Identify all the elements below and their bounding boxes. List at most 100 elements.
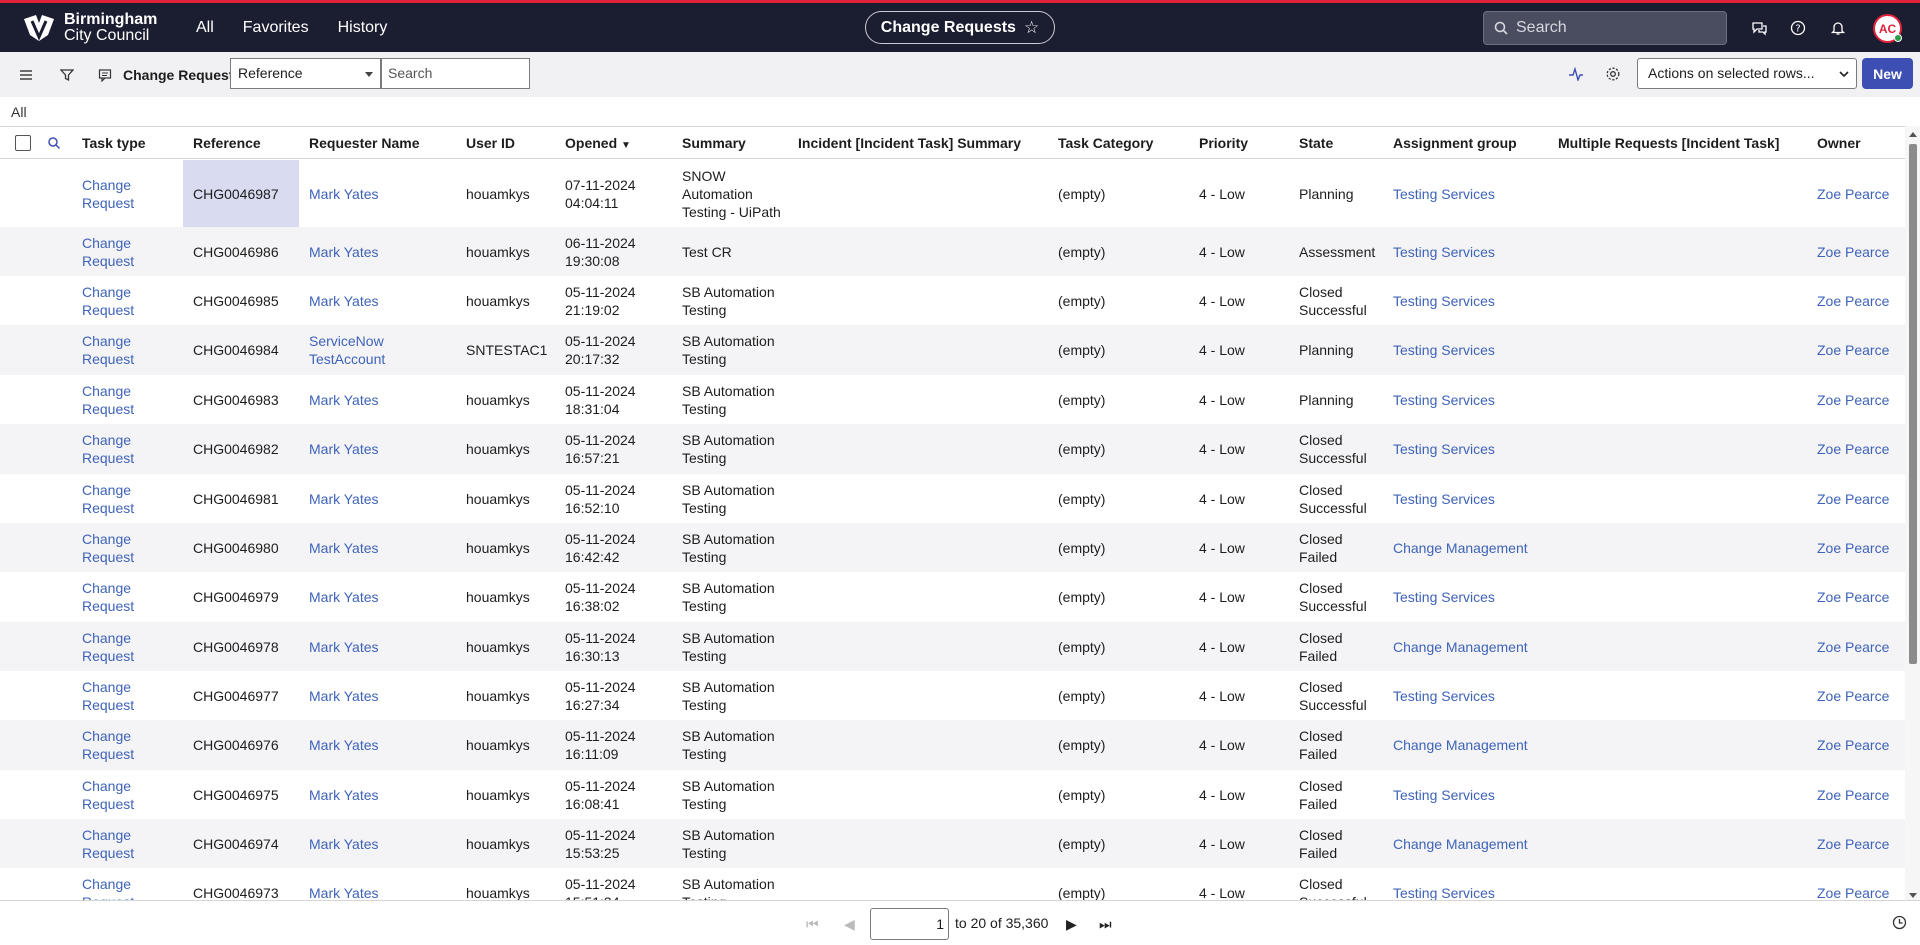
requester-cell-text[interactable]: Mark Yates (309, 786, 379, 804)
col-incident-summary[interactable]: Incident [Incident Task] Summary (798, 127, 1021, 159)
task-type-cell[interactable]: ChangeRequest (82, 375, 182, 424)
scrollbar-thumb[interactable] (1909, 144, 1917, 664)
assignment-group-cell-text[interactable]: Testing Services (1393, 687, 1495, 705)
requester-cell[interactable]: Mark Yates (309, 474, 459, 523)
assignment-group-cell-text[interactable]: Change Management (1393, 539, 1528, 557)
requester-cell-text[interactable]: Mark Yates (309, 687, 379, 705)
reference-cell[interactable]: CHG0046977 (183, 671, 299, 720)
requester-cell-text[interactable]: Mark Yates (309, 588, 379, 606)
table-row[interactable]: Change Request CHG0046986 Mark Yates houamky… (0, 227, 1905, 276)
council-logo[interactable]: Birmingham City Council (22, 11, 168, 44)
assignment-group-cell-text[interactable]: Change Management (1393, 638, 1528, 656)
assignment-group-cell-text[interactable]: Testing Services (1393, 588, 1495, 606)
table-row[interactable]: Change Request CHG0046982 Mark Yates houamky… (0, 424, 1905, 474)
task-type-cell[interactable]: ChangeRequest (82, 424, 182, 474)
owner-cell-text[interactable]: Zoe Pearce (1817, 490, 1889, 508)
task-type-cell[interactable]: ChangeRequest (82, 770, 182, 819)
task-type-cell[interactable]: ChangeRequest (82, 276, 182, 325)
owner-cell[interactable]: Zoe Pearce (1817, 720, 1902, 770)
col-opened[interactable]: Opened ▼ (565, 127, 631, 159)
owner-cell-text[interactable]: Zoe Pearce (1817, 185, 1889, 203)
task-type-cell-text[interactable]: ChangeRequest (82, 777, 134, 813)
task-type-cell[interactable]: ChangeRequest (82, 720, 182, 770)
requester-cell[interactable]: Mark Yates (309, 227, 459, 276)
list-search-input[interactable]: Search (381, 58, 530, 89)
reference-cell[interactable]: CHG0046980 (183, 523, 299, 572)
owner-cell-text[interactable]: Zoe Pearce (1817, 539, 1889, 557)
reference-cell[interactable]: CHG0046975 (183, 770, 299, 819)
owner-cell[interactable]: Zoe Pearce (1817, 819, 1902, 868)
requester-cell[interactable]: ServiceNow TestAccount (309, 325, 459, 375)
assignment-group-cell[interactable]: Testing Services (1393, 868, 1553, 901)
assignment-group-cell[interactable]: Testing Services (1393, 671, 1553, 720)
requester-cell-text[interactable]: Mark Yates (309, 638, 379, 656)
list-context-icon[interactable] (95, 65, 115, 85)
notifications-bell-icon[interactable] (1828, 18, 1848, 38)
col-task-category[interactable]: Task Category (1058, 127, 1153, 159)
nav-history[interactable]: History (338, 19, 388, 37)
requester-cell-text[interactable]: Mark Yates (309, 292, 379, 310)
assignment-group-cell-text[interactable]: Testing Services (1393, 884, 1495, 901)
reference-cell[interactable]: CHG0046982 (183, 424, 299, 474)
owner-cell[interactable]: Zoe Pearce (1817, 474, 1902, 523)
table-row[interactable]: Change Request CHG0046979 Mark Yates houamky… (0, 572, 1905, 622)
requester-cell-text[interactable]: Mark Yates (309, 185, 379, 203)
breadcrumb[interactable]: All (11, 104, 27, 120)
col-task-type[interactable]: Task type (82, 127, 146, 159)
owner-cell[interactable]: Zoe Pearce (1817, 523, 1902, 572)
task-type-cell[interactable]: ChangeRequest (82, 622, 182, 671)
nav-favorites[interactable]: Favorites (243, 19, 309, 37)
owner-cell[interactable]: Zoe Pearce (1817, 227, 1902, 276)
task-type-cell[interactable]: ChangeRequest (82, 868, 182, 901)
owner-cell[interactable]: Zoe Pearce (1817, 424, 1902, 474)
assignment-group-cell-text[interactable]: Testing Services (1393, 440, 1495, 458)
requester-cell[interactable]: Mark Yates (309, 375, 459, 424)
task-type-cell-text[interactable]: ChangeRequest (82, 481, 134, 517)
col-requester-name[interactable]: Requester Name (309, 127, 420, 159)
assignment-group-cell[interactable]: Testing Services (1393, 276, 1553, 325)
assignment-group-cell[interactable]: Testing Services (1393, 474, 1553, 523)
requester-cell-text[interactable]: Mark Yates (309, 884, 379, 901)
owner-cell-text[interactable]: Zoe Pearce (1817, 292, 1889, 310)
assignment-group-cell[interactable]: Change Management (1393, 523, 1553, 572)
task-type-cell[interactable]: ChangeRequest (82, 572, 182, 622)
requester-cell-text[interactable]: Mark Yates (309, 243, 379, 261)
assignment-group-cell[interactable]: Testing Services (1393, 160, 1553, 227)
owner-cell[interactable]: Zoe Pearce (1817, 276, 1902, 325)
assignment-group-cell-text[interactable]: Testing Services (1393, 341, 1495, 359)
reference-cell[interactable]: CHG0046979 (183, 572, 299, 622)
owner-cell[interactable]: Zoe Pearce (1817, 770, 1902, 819)
requester-cell[interactable]: Mark Yates (309, 622, 459, 671)
table-row[interactable]: Change Request CHG0046977 Mark Yates houamky… (0, 671, 1905, 720)
filter-icon[interactable] (57, 65, 77, 85)
select-all-checkbox[interactable] (15, 135, 31, 151)
page-title-pill[interactable]: Change Requests ☆ (865, 11, 1055, 44)
assignment-group-cell-text[interactable]: Change Management (1393, 835, 1528, 853)
reference-cell[interactable]: CHG0046987 (183, 160, 299, 227)
page-number-input[interactable]: 1 (870, 908, 949, 940)
next-page-icon[interactable]: ▶ (1066, 916, 1077, 933)
table-row[interactable]: ChangeRequest CHG0046973 Mark Yates houamky… (0, 868, 1905, 900)
requester-cell[interactable]: Mark Yates (309, 160, 459, 227)
requester-cell-text[interactable]: Mark Yates (309, 490, 379, 508)
settings-gear-icon[interactable] (1603, 64, 1623, 84)
prev-page-icon[interactable]: ◀ (844, 916, 855, 933)
owner-cell[interactable]: Zoe Pearce (1817, 671, 1902, 720)
task-type-cell-text[interactable]: ChangeRequest (82, 579, 134, 615)
task-type-cell-text[interactable]: ChangeRequest (82, 283, 134, 319)
task-type-cell[interactable]: ChangeRequest (82, 819, 182, 868)
requester-cell-text[interactable]: Mark Yates (309, 539, 379, 557)
owner-cell-text[interactable]: Zoe Pearce (1817, 736, 1889, 754)
col-state[interactable]: State (1299, 127, 1333, 159)
requester-cell-text[interactable]: Mark Yates (309, 440, 379, 458)
column-search-icon[interactable] (47, 127, 61, 159)
owner-cell-text[interactable]: Zoe Pearce (1817, 440, 1889, 458)
requester-cell[interactable]: Mark Yates (309, 523, 459, 572)
task-type-cell-text[interactable]: ChangeRequest (82, 382, 134, 418)
requester-cell[interactable]: Mark Yates (309, 276, 459, 325)
owner-cell-text[interactable]: Zoe Pearce (1817, 243, 1889, 261)
requester-cell-text[interactable]: Mark Yates (309, 391, 379, 409)
assignment-group-cell[interactable]: Testing Services (1393, 770, 1553, 819)
owner-cell[interactable]: Zoe Pearce (1817, 622, 1902, 671)
actions-select[interactable]: Actions on selected rows... (1637, 58, 1857, 89)
